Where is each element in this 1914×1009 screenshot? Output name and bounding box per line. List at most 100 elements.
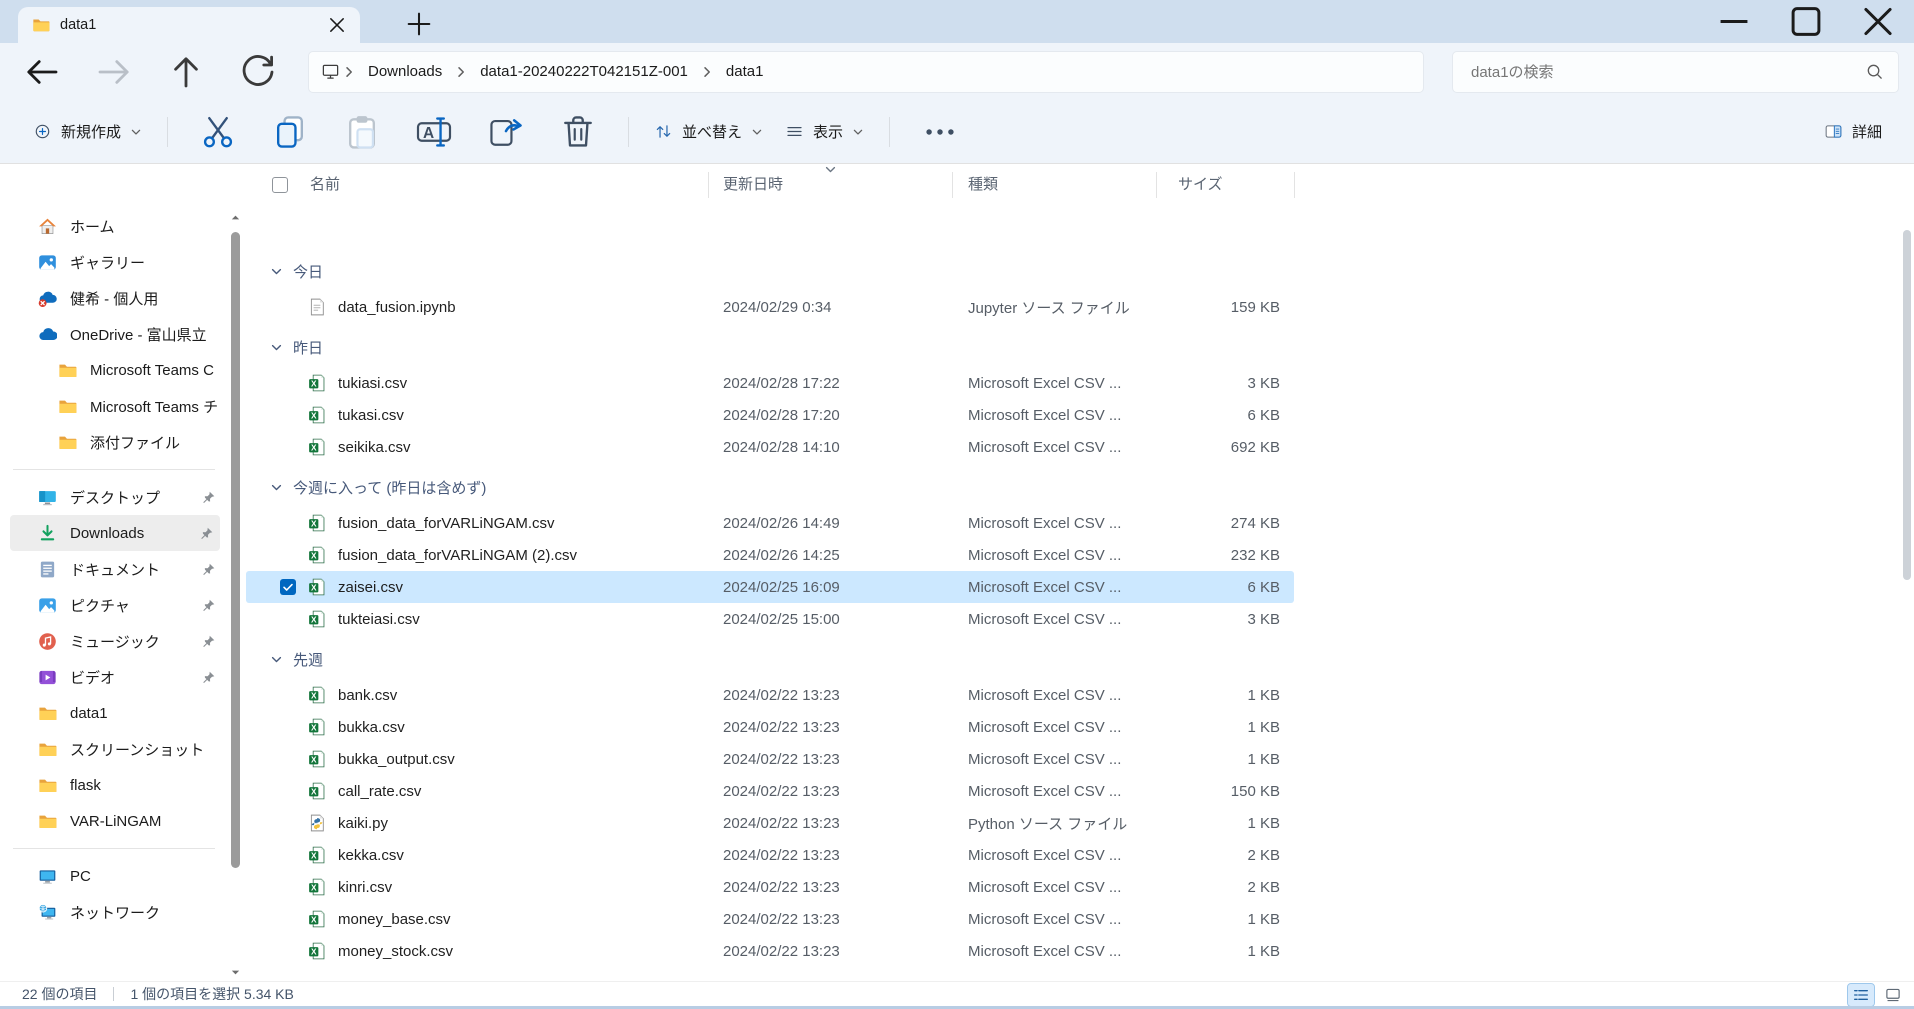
group-header-last-week[interactable]: 先週 [246, 639, 1294, 679]
file-size: 6 KB [1156, 579, 1294, 596]
column-divider[interactable] [1156, 172, 1157, 198]
sidebar-item-var-lingam[interactable]: VAR-LiNGAM [0, 803, 228, 839]
sidebar-item-teams-data[interactable]: Microsoft Teams チ [0, 388, 228, 424]
tab-close-icon[interactable] [326, 14, 348, 36]
back-button[interactable] [20, 52, 64, 92]
scroll-up-icon[interactable] [230, 212, 241, 223]
sidebar-item-onedrive-personal[interactable]: 健希 - 個人用 [0, 280, 228, 316]
file-row[interactable]: Xseikika.csv2024/02/28 14:10Microsoft Ex… [246, 431, 1294, 463]
file-row[interactable]: data_fusion.ipynb2024/02/29 0:34Jupyter … [246, 291, 1294, 323]
details-view-toggle[interactable] [1848, 984, 1874, 1006]
chevron-down-icon[interactable] [270, 341, 283, 354]
scroll-down-icon[interactable] [230, 967, 241, 978]
sidebar-item-pictures[interactable]: ピクチャ [0, 587, 228, 623]
close-button[interactable] [1842, 0, 1914, 43]
copy-button[interactable] [267, 112, 313, 152]
sidebar-item-pc[interactable]: PC [0, 858, 228, 894]
csv-file-icon: X [308, 750, 326, 768]
file-row[interactable]: Xzaisei.csv2024/02/25 16:09Microsoft Exc… [246, 571, 1294, 603]
breadcrumb-item-data1[interactable]: data1 [716, 59, 774, 84]
new-button[interactable]: 新規作成 [22, 113, 153, 150]
file-row[interactable]: Xbukka.csv2024/02/22 13:23Microsoft Exce… [246, 711, 1294, 743]
chevron-right-icon[interactable] [342, 65, 356, 79]
group-header-yesterday[interactable]: 昨日 [246, 327, 1294, 367]
sidebar-item-teams-chat-files[interactable]: Microsoft Teams C [0, 352, 228, 388]
minimize-button[interactable] [1698, 0, 1770, 43]
sidebar-scrollbar[interactable] [228, 210, 243, 980]
chevron-right-icon[interactable] [454, 65, 468, 79]
file-name-cell: Xkinri.csv [246, 878, 708, 896]
file-row[interactable]: Xfusion_data_forVARLiNGAM.csv2024/02/26 … [246, 507, 1294, 539]
sidebar-item-downloads[interactable]: Downloads [10, 515, 220, 551]
scrollbar-thumb[interactable] [1903, 230, 1911, 580]
search-icon[interactable] [1865, 62, 1884, 81]
file-row[interactable]: Xkinri.csv2024/02/22 13:23Microsoft Exce… [246, 871, 1294, 903]
group-header-earlier-this-week[interactable]: 今週に入って (昨日は含めず) [246, 467, 1294, 507]
file-list-scrollbar[interactable] [1899, 170, 1914, 976]
sidebar-item-network[interactable]: ネットワーク [0, 894, 228, 930]
sidebar-item-desktop[interactable]: デスクトップ [0, 479, 228, 515]
maximize-button[interactable] [1770, 0, 1842, 43]
sidebar-item-label: flask [70, 777, 101, 794]
chevron-right-icon[interactable] [700, 65, 714, 79]
select-all-checkbox[interactable] [272, 177, 288, 193]
column-header-type[interactable]: 種類 [968, 164, 998, 206]
file-row[interactable]: Xfusion_data_forVARLiNGAM (2).csv2024/02… [246, 539, 1294, 571]
sidebar-item-label: ビデオ [70, 667, 115, 688]
breadcrumb-item-downloads[interactable]: Downloads [358, 59, 452, 84]
refresh-button[interactable] [236, 52, 280, 92]
column-header-size[interactable]: サイズ [1178, 164, 1223, 206]
sidebar-item-home[interactable]: ホーム [0, 208, 228, 244]
sort-direction-icon[interactable] [824, 164, 837, 176]
explorer-tab[interactable]: data1 [18, 7, 360, 43]
file-row[interactable]: Xmoney_base.csv2024/02/22 13:23Microsoft… [246, 903, 1294, 935]
file-type: Microsoft Excel CSV ... [952, 407, 1156, 424]
up-button[interactable] [164, 52, 208, 92]
share-button[interactable] [483, 112, 529, 152]
new-tab-button[interactable] [404, 9, 434, 39]
breadcrumb[interactable]: Downloads data1-20240222T042151Z-001 dat… [308, 51, 1424, 93]
sidebar-item-screenshots[interactable]: スクリーンショット [0, 731, 228, 767]
file-row[interactable]: Xmoney_stock.csv2024/02/22 13:23Microsof… [246, 935, 1294, 967]
search-input[interactable]: data1の検索 [1471, 61, 1865, 82]
file-row[interactable]: Xbukka_output.csv2024/02/22 13:23Microso… [246, 743, 1294, 775]
file-row[interactable]: kaiki.py2024/02/22 13:23Python ソース ファイル1… [246, 807, 1294, 839]
search-box[interactable]: data1の検索 [1452, 51, 1899, 93]
group-header-today[interactable]: 今日 [246, 251, 1294, 291]
sidebar-item-onedrive-org[interactable]: OneDrive - 富山県立 [0, 316, 228, 352]
column-divider[interactable] [708, 172, 709, 198]
more-options-button[interactable] [917, 112, 963, 152]
file-row[interactable]: Xtukiasi.csv2024/02/28 17:22Microsoft Ex… [246, 367, 1294, 399]
file-row[interactable]: Xtukasi.csv2024/02/28 17:20Microsoft Exc… [246, 399, 1294, 431]
sidebar-item-videos[interactable]: ビデオ [0, 659, 228, 695]
sidebar-item-music[interactable]: ミュージック [0, 623, 228, 659]
file-row[interactable]: Xbank.csv2024/02/22 13:23Microsoft Excel… [246, 679, 1294, 711]
details-pane-button[interactable]: 詳細 [1814, 113, 1892, 150]
this-pc-icon[interactable] [321, 62, 340, 81]
chevron-down-icon[interactable] [270, 481, 283, 494]
checkbox-checked-icon[interactable] [280, 579, 296, 595]
chevron-down-icon[interactable] [270, 265, 283, 278]
scrollbar-thumb[interactable] [231, 232, 240, 868]
icons-view-toggle[interactable] [1880, 984, 1906, 1006]
sidebar-item-attachments[interactable]: 添付ファイル [0, 424, 228, 460]
column-divider[interactable] [1294, 172, 1295, 198]
delete-button[interactable] [555, 112, 601, 152]
chevron-down-icon[interactable] [270, 653, 283, 666]
sidebar-item-flask[interactable]: flask [0, 767, 228, 803]
column-header-date[interactable]: 更新日時 [723, 164, 783, 206]
rename-button[interactable]: A [411, 112, 457, 152]
sidebar-item-data1[interactable]: data1 [0, 695, 228, 731]
file-row[interactable]: Xcall_rate.csv2024/02/22 13:23Microsoft … [246, 775, 1294, 807]
sidebar-item-gallery[interactable]: ギャラリー [0, 244, 228, 280]
svg-text:X: X [311, 519, 317, 529]
file-row[interactable]: Xkekka.csv2024/02/22 13:23Microsoft Exce… [246, 839, 1294, 871]
view-button[interactable]: 表示 [774, 113, 875, 150]
cut-button[interactable] [195, 112, 241, 152]
column-header-name[interactable]: 名前 [310, 164, 340, 206]
sort-button[interactable]: 並べ替え [643, 113, 774, 150]
breadcrumb-item-archive[interactable]: data1-20240222T042151Z-001 [470, 59, 698, 84]
file-row[interactable]: Xtukteiasi.csv2024/02/25 15:00Microsoft … [246, 603, 1294, 635]
sidebar-item-documents[interactable]: ドキュメント [0, 551, 228, 587]
column-divider[interactable] [952, 172, 953, 198]
